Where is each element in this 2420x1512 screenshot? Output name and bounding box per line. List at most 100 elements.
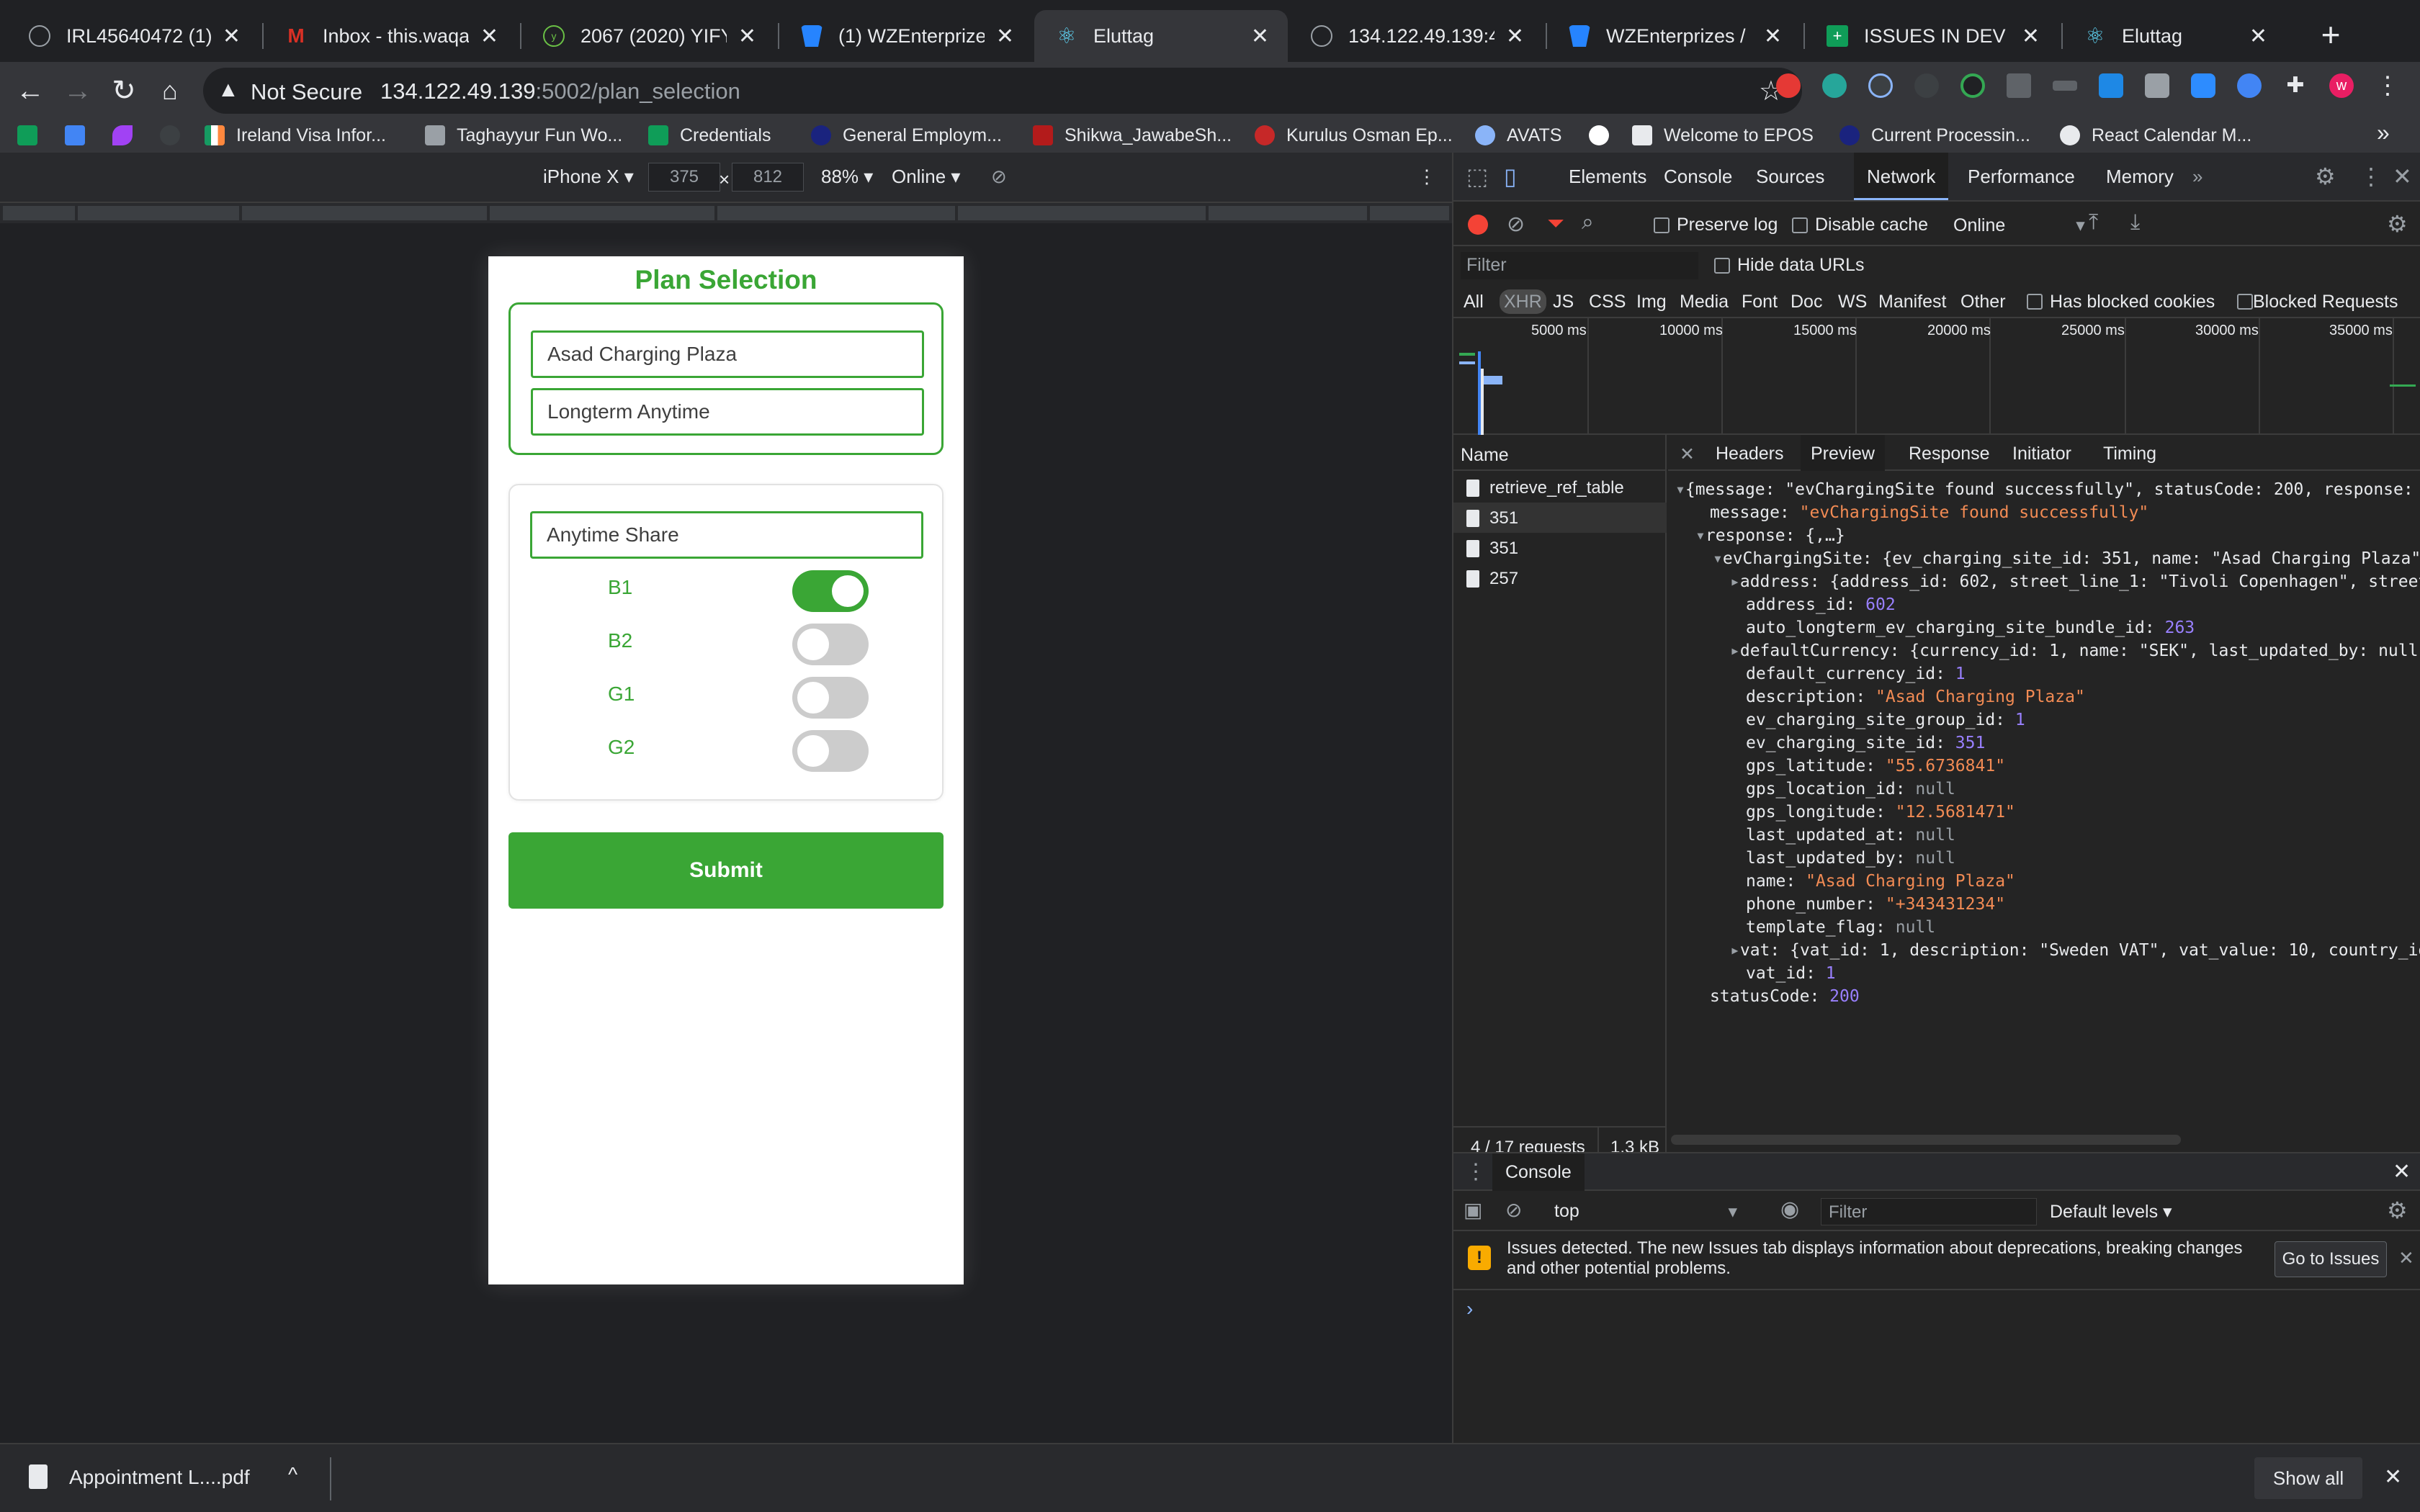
bookmark-item[interactable]: Current Processin...: [1839, 122, 2030, 148]
tab-preview[interactable]: Preview: [1801, 435, 1885, 471]
reload-button[interactable]: ↻: [105, 72, 143, 109]
name-column-header[interactable]: Name: [1453, 435, 1667, 471]
bookmark-item[interactable]: [17, 122, 49, 148]
close-tab-icon[interactable]: ✕: [480, 24, 498, 49]
close-tab-icon[interactable]: ✕: [223, 24, 241, 49]
console-filter-input[interactable]: Filter: [1821, 1198, 2037, 1225]
browser-tab[interactable]: + ISSUES IN DEV - Go ✕: [1805, 10, 2058, 62]
browser-tab[interactable]: 134.122.49.139:40 ✕: [1289, 10, 1543, 62]
charging-site-field[interactable]: Asad Charging Plaza: [531, 330, 924, 378]
bookmark-item[interactable]: Welcome to EPOS: [1632, 122, 1814, 148]
json-expander-line[interactable]: ▸defaultCurrency: {currency_id: 1, name:…: [1730, 639, 2420, 662]
context-select[interactable]: top ▾: [1554, 1201, 1756, 1222]
close-detail-icon[interactable]: ✕: [1680, 444, 1695, 465]
bookmark-item[interactable]: [160, 122, 192, 148]
browser-tab[interactable]: (1) WZEnterprizes / ✕: [779, 10, 1033, 62]
type-filter-font[interactable]: Font: [1742, 289, 1778, 314]
bookmark-item[interactable]: [1589, 122, 1621, 148]
not-secure-label[interactable]: Not Secure: [251, 79, 362, 105]
horizontal-scrollbar[interactable]: [1668, 1132, 2420, 1148]
tab-response[interactable]: Response: [1909, 444, 1990, 464]
type-filter-doc[interactable]: Doc: [1791, 289, 1822, 314]
submit-button[interactable]: Submit: [508, 832, 944, 909]
address-bar[interactable]: ▲ Not Secure 134.122.49.139:5002/plan_se…: [203, 68, 1802, 114]
extension-icon[interactable]: [2053, 81, 2077, 91]
network-overview-timeline[interactable]: 5000 ms 10000 ms 15000 ms 20000 ms 25000…: [1453, 318, 2420, 435]
new-tab-button[interactable]: +: [2311, 14, 2351, 55]
toggle-b1[interactable]: [792, 570, 869, 612]
device-toolbar-icon[interactable]: ▯: [1504, 163, 1517, 190]
request-row-selected[interactable]: 351: [1453, 503, 1667, 533]
zoom-extension-icon[interactable]: [2191, 73, 2215, 98]
extensions-puzzle-icon[interactable]: ✚: [2283, 73, 2308, 98]
console-prompt-icon[interactable]: ›: [1466, 1297, 1473, 1320]
type-filter-css[interactable]: CSS: [1589, 289, 1626, 314]
extension-icon[interactable]: [2007, 73, 2031, 98]
chrome-menu-icon[interactable]: ⋮: [2375, 73, 2400, 98]
request-row[interactable]: retrieve_ref_table: [1453, 472, 1667, 503]
throttle-select[interactable]: Online ▾: [892, 166, 960, 188]
bookmark-item[interactable]: Taghayyur Fun Wo...: [425, 122, 622, 148]
record-icon[interactable]: [1468, 215, 1488, 235]
console-drawer-tab[interactable]: Console: [1492, 1153, 1585, 1191]
json-expander-line[interactable]: ▸address: {address_id: 602, street_line_…: [1730, 570, 2420, 593]
bookmark-item[interactable]: [112, 122, 144, 148]
extension-icon[interactable]: [1776, 73, 1801, 98]
devtools-menu-icon[interactable]: ⋮: [2360, 163, 2383, 190]
tab-performance[interactable]: Performance: [1968, 166, 2075, 188]
plan-field[interactable]: Longterm Anytime: [531, 388, 924, 436]
share-field[interactable]: Anytime Share: [530, 511, 923, 559]
type-filter-all[interactable]: All: [1464, 289, 1484, 314]
type-filter-manifest[interactable]: Manifest: [1878, 289, 1946, 314]
tab-elements[interactable]: Elements: [1569, 166, 1646, 188]
request-row[interactable]: 351: [1453, 533, 1667, 563]
inspect-element-icon[interactable]: ⬚: [1466, 163, 1488, 190]
search-icon[interactable]: ⌕: [1582, 210, 1594, 235]
extension-icon[interactable]: [2099, 73, 2123, 98]
console-sidebar-icon[interactable]: ▣: [1464, 1198, 1482, 1222]
extension-icon[interactable]: [2145, 73, 2169, 98]
browser-tab[interactable]: IRL45640472 (1).pdf ✕: [7, 10, 259, 62]
json-root-line[interactable]: ▾{message: "evChargingSite found success…: [1675, 478, 2420, 501]
filter-funnel-icon[interactable]: ⏷: [1547, 212, 1564, 236]
json-expander-line[interactable]: ▾evChargingSite: {ev_charging_site_id: 3…: [1713, 547, 2420, 570]
bookmark-item[interactable]: React Calendar M...: [2060, 122, 2251, 148]
download-item[interactable]: Appointment L....pdf: [69, 1466, 250, 1489]
device-more-icon[interactable]: ⋮: [1417, 166, 1436, 188]
bookmark-item[interactable]: Shikwa_JawabeSh...: [1033, 122, 1232, 148]
log-levels-select[interactable]: Default levels ▾: [2050, 1201, 2172, 1223]
tab-memory[interactable]: Memory: [2106, 166, 2174, 188]
tab-timing[interactable]: Timing: [2103, 444, 2156, 464]
close-downloads-icon[interactable]: ✕: [2384, 1464, 2402, 1490]
type-filter-ws[interactable]: WS: [1838, 289, 1867, 314]
show-all-downloads-button[interactable]: Show all: [2254, 1457, 2362, 1499]
bookmark-item[interactable]: General Employm...: [811, 122, 1002, 148]
settings-gear-icon[interactable]: ⚙: [2315, 163, 2336, 190]
device-height-input[interactable]: 812: [732, 163, 804, 192]
close-tab-icon[interactable]: ✕: [1764, 24, 1782, 49]
dismiss-issues-icon[interactable]: ✕: [2398, 1247, 2414, 1269]
type-filter-xhr[interactable]: XHR: [1500, 289, 1546, 314]
network-filter-input[interactable]: Filter: [1461, 252, 1698, 279]
network-settings-icon[interactable]: ⚙: [2387, 210, 2408, 238]
blocked-requests-checkbox[interactable]: [2237, 294, 2253, 310]
blocked-cookies-checkbox[interactable]: [2027, 294, 2043, 310]
extension-icon[interactable]: [1868, 73, 1893, 98]
browser-tab[interactable]: WZEnterprizes / Elu ✕: [1547, 10, 1801, 62]
bookmark-item[interactable]: Kurulus Osman Ep...: [1255, 122, 1453, 148]
tab-initiator[interactable]: Initiator: [2012, 444, 2071, 464]
device-select[interactable]: iPhone X ▾: [543, 166, 634, 188]
tab-sources[interactable]: Sources: [1756, 166, 1824, 188]
tab-console[interactable]: Console: [1664, 166, 1732, 188]
console-settings-icon[interactable]: ⚙: [2387, 1197, 2408, 1224]
back-button[interactable]: ←: [12, 72, 49, 109]
bookmark-item[interactable]: Credentials: [648, 122, 771, 148]
warning-icon[interactable]: ▲: [218, 78, 239, 102]
disable-cache-checkbox[interactable]: [1792, 217, 1808, 233]
request-row[interactable]: 257: [1453, 563, 1667, 593]
type-filter-other[interactable]: Other: [1960, 289, 2006, 314]
clear-console-icon[interactable]: ⊘: [1505, 1198, 1522, 1222]
extension-icon[interactable]: [1822, 73, 1847, 98]
tab-network[interactable]: Network: [1854, 153, 1949, 200]
profile-avatar[interactable]: w: [2329, 73, 2354, 98]
